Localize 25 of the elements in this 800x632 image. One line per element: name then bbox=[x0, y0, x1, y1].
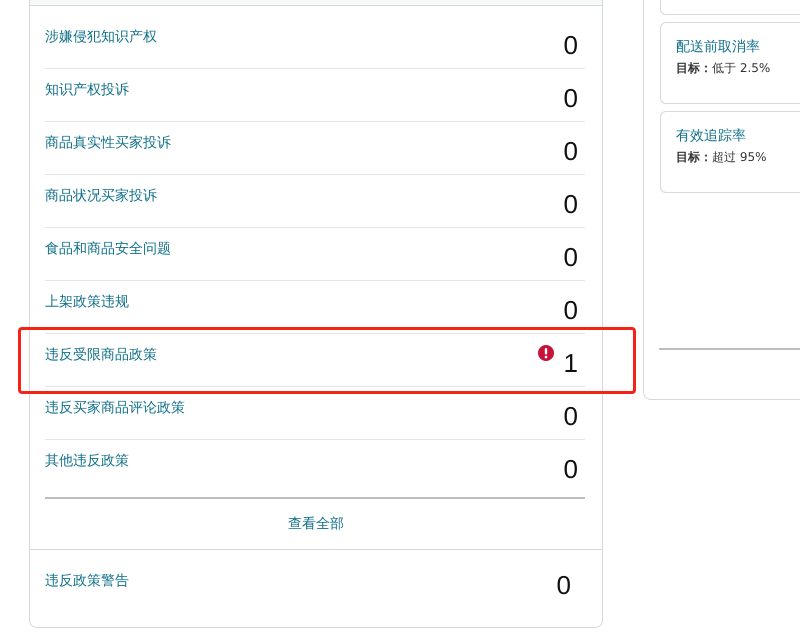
violation-count: 0 bbox=[564, 400, 579, 432]
violation-count: 0 bbox=[564, 241, 579, 273]
violation-count: 0 bbox=[564, 82, 579, 114]
violation-count: 0 bbox=[564, 453, 579, 485]
violation-link[interactable]: 其他违反政策 bbox=[45, 440, 129, 497]
violation-link[interactable]: 食品和商品安全问题 bbox=[45, 228, 171, 280]
metric-title[interactable]: 配送前取消率 bbox=[676, 37, 800, 57]
violation-link[interactable]: 商品状况买家投诉 bbox=[45, 175, 157, 227]
view-all-link[interactable]: 查看全部 bbox=[288, 515, 344, 533]
metric-target: 目标：超过 95% bbox=[676, 149, 768, 165]
violation-link[interactable]: 上架政策违规 bbox=[45, 281, 129, 333]
violation-count: 0 bbox=[564, 135, 579, 167]
violation-link[interactable]: 违反买家商品评论政策 bbox=[45, 387, 185, 439]
warnings-count: 0 bbox=[556, 569, 572, 602]
violation-count: 0 bbox=[564, 29, 579, 61]
violation-count: 0 bbox=[564, 294, 579, 326]
warnings-link[interactable]: 违反政策警告 bbox=[45, 560, 129, 627]
violation-link[interactable]: 知识产权投诉 bbox=[45, 69, 129, 121]
violation-link[interactable]: 违反受限商品政策 bbox=[45, 334, 157, 386]
violation-link[interactable]: 涉嫌侵犯知识产权 bbox=[45, 16, 157, 68]
metric-title[interactable]: 有效追踪率 bbox=[676, 126, 800, 146]
violation-count: 1 bbox=[564, 347, 579, 379]
violation-count: 0 bbox=[564, 188, 579, 220]
metric-target: 目标：低于 2.5% bbox=[676, 60, 772, 76]
violation-link[interactable]: 商品真实性买家投诉 bbox=[45, 122, 171, 174]
